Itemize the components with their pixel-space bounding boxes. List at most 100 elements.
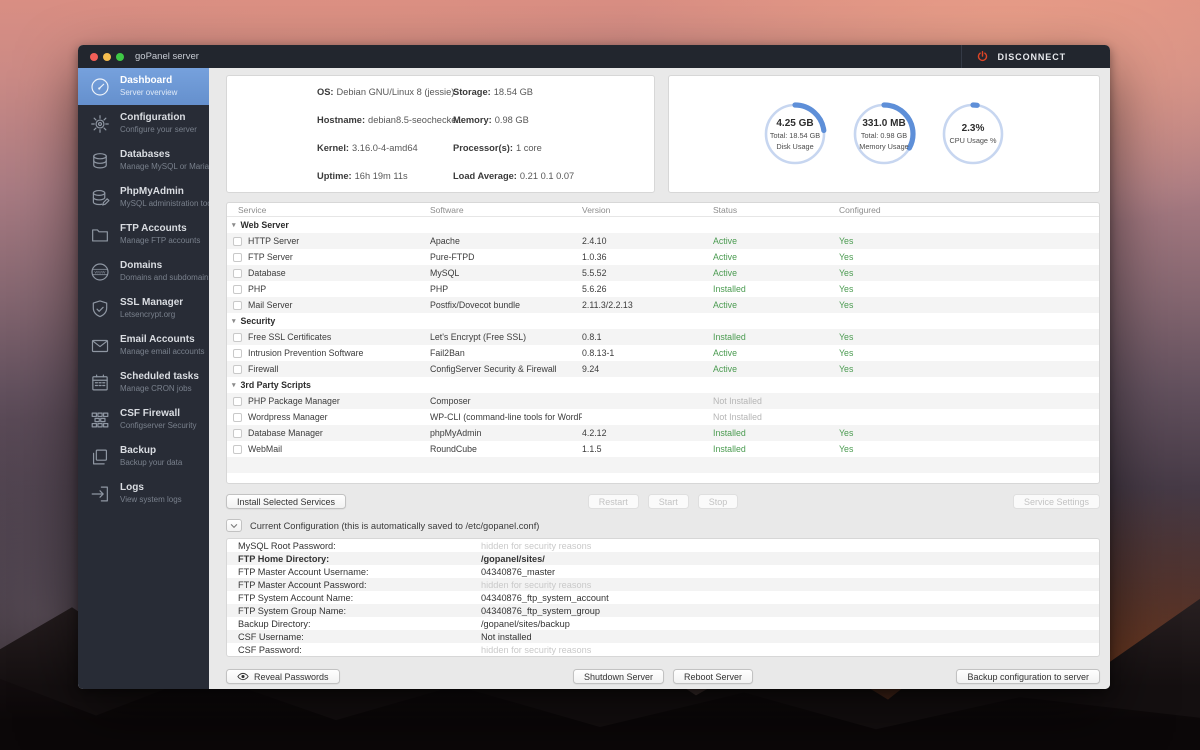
service-software: Composer — [430, 396, 582, 406]
service-settings-button[interactable]: Service Settings — [1013, 494, 1100, 509]
config-value: 04340876_ftp_system_account — [481, 593, 1099, 603]
service-row-php-package-manager[interactable]: PHP Package Manager Composer Not Install… — [227, 393, 1099, 409]
service-checkbox[interactable] — [233, 253, 242, 262]
start-button[interactable]: Start — [648, 494, 689, 509]
sidebar-item-configuration[interactable]: Configuration Configure your server — [78, 105, 209, 142]
reboot-server-button[interactable]: Reboot Server — [673, 669, 753, 684]
gauge-label: Memory Usage — [859, 142, 908, 151]
table-filler-stripe — [227, 457, 1099, 473]
sidebar-item-csf-firewall[interactable]: CSF Firewall Configserver Security — [78, 401, 209, 438]
reveal-passwords-button[interactable]: Reveal Passwords — [226, 669, 340, 684]
service-row-database[interactable]: Database MySQL 5.5.52 Active Yes — [227, 265, 1099, 281]
minimize-button[interactable] — [103, 53, 111, 61]
disconnect-button[interactable]: DISCONNECT — [961, 45, 1110, 68]
service-checkbox[interactable] — [233, 429, 242, 438]
service-status: Installed — [713, 284, 839, 294]
service-checkbox[interactable] — [233, 285, 242, 294]
maximize-button[interactable] — [116, 53, 124, 61]
sidebar-item-title: Configuration — [120, 112, 197, 124]
service-status: Active — [713, 364, 839, 374]
service-group-web-server[interactable]: ▾Web Server — [227, 217, 1099, 233]
config-row-backup-directory[interactable]: Backup Directory: /gopanel/sites/backup — [227, 617, 1099, 630]
sidebar-item-title: Email Accounts — [120, 334, 205, 346]
restart-button[interactable]: Restart — [588, 494, 639, 509]
stop-button[interactable]: Stop — [698, 494, 739, 509]
config-row-ftp-master-account-password[interactable]: FTP Master Account Password: hidden for … — [227, 578, 1099, 591]
config-row-ftp-home-directory[interactable]: FTP Home Directory: /gopanel/sites/ — [227, 552, 1099, 565]
config-row-mysql-root-password[interactable]: MySQL Root Password: hidden for security… — [227, 539, 1099, 552]
sidebar-item-logs[interactable]: Logs View system logs — [78, 475, 209, 512]
collapse-triangle-icon[interactable]: ▾ — [232, 222, 236, 229]
titlebar: goPanel server DISCONNECT — [78, 45, 1110, 68]
close-button[interactable] — [90, 53, 98, 61]
collapse-triangle-icon[interactable]: ▾ — [232, 382, 236, 389]
sidebar-item-title: FTP Accounts — [120, 223, 200, 235]
service-checkbox[interactable] — [233, 445, 242, 454]
config-key: FTP Master Account Username: — [238, 567, 481, 577]
config-row-ftp-system-group-name[interactable]: FTP System Group Name: 04340876_ftp_syst… — [227, 604, 1099, 617]
config-row-csf-username[interactable]: CSF Username: Not installed — [227, 630, 1099, 643]
sidebar-item-dashboard[interactable]: Dashboard Server overview — [78, 68, 209, 105]
sidebar-item-ssl-manager[interactable]: SSL Manager Letsencrypt.org — [78, 290, 209, 327]
service-row-php[interactable]: PHP PHP 5.6.26 Installed Yes — [227, 281, 1099, 297]
sidebar-item-scheduled-tasks[interactable]: Scheduled tasks Manage CRON jobs — [78, 364, 209, 401]
service-name: Database — [248, 268, 286, 278]
sidebar-item-subtitle: Domains and subdomains — [120, 273, 209, 283]
service-row-intrusion-prevention-software[interactable]: Intrusion Prevention Software Fail2Ban 0… — [227, 345, 1099, 361]
service-version: 2.4.10 — [582, 236, 713, 246]
sidebar-item-phpmyadmin[interactable]: PhpMyAdmin MySQL administration tool — [78, 179, 209, 216]
sidebar-item-ftp-accounts[interactable]: FTP Accounts Manage FTP accounts — [78, 216, 209, 253]
service-status: Not Installed — [713, 412, 839, 422]
sidebar-item-subtitle: MySQL administration tool — [120, 199, 209, 209]
sidebar-item-databases[interactable]: Databases Manage MySQL or MariaDB — [78, 142, 209, 179]
service-checkbox[interactable] — [233, 397, 242, 406]
info-row-storage: Storage:18.54 GB — [453, 87, 574, 98]
service-configured: Yes — [839, 364, 1099, 374]
sidebar-item-subtitle: Server overview — [120, 88, 177, 98]
service-row-firewall[interactable]: Firewall ConfigServer Security & Firewal… — [227, 361, 1099, 377]
service-row-mail-server[interactable]: Mail Server Postfix/Dovecot bundle 2.11.… — [227, 297, 1099, 313]
shutdown-server-button[interactable]: Shutdown Server — [573, 669, 664, 684]
sidebar-item-subtitle: Manage email accounts — [120, 347, 205, 357]
service-row-ftp-server[interactable]: FTP Server Pure-FTPD 1.0.36 Active Yes — [227, 249, 1099, 265]
service-configured: Yes — [839, 332, 1099, 342]
sidebar-item-subtitle: Manage MySQL or MariaDB — [120, 162, 209, 172]
globe-icon: WWW — [89, 261, 111, 283]
info-row-uptime: Uptime:16h 19m 11s — [317, 171, 453, 182]
config-row-csf-password[interactable]: CSF Password: hidden for security reason… — [227, 643, 1099, 656]
sidebar-item-email-accounts[interactable]: Email Accounts Manage email accounts — [78, 327, 209, 364]
service-software: phpMyAdmin — [430, 428, 582, 438]
collapse-triangle-icon[interactable]: ▾ — [232, 318, 236, 325]
service-checkbox[interactable] — [233, 269, 242, 278]
service-checkbox[interactable] — [233, 349, 242, 358]
svg-text:WWW: WWW — [95, 270, 106, 274]
config-value: 04340876_ftp_system_group — [481, 606, 1099, 616]
usage-gauges-panel: 4.25 GB Total: 18.54 GB Disk Usage 331.0… — [668, 75, 1100, 193]
info-row-hostname: Hostname:debian8.5-seochecke... — [317, 115, 453, 126]
config-value: 04340876_master — [481, 567, 1099, 577]
sidebar-item-title: SSL Manager — [120, 297, 183, 309]
install-selected-services-button[interactable]: Install Selected Services — [226, 494, 346, 509]
service-row-webmail[interactable]: WebMail RoundCube 1.1.5 Installed Yes — [227, 441, 1099, 457]
disconnect-label: DISCONNECT — [997, 52, 1066, 62]
service-checkbox[interactable] — [233, 365, 242, 374]
service-status: Installed — [713, 444, 839, 454]
service-name: FTP Server — [248, 252, 293, 262]
config-row-ftp-system-account-name[interactable]: FTP System Account Name: 04340876_ftp_sy… — [227, 591, 1099, 604]
service-row-wordpress-manager[interactable]: Wordpress Manager WP-CLI (command-line t… — [227, 409, 1099, 425]
service-row-http-server[interactable]: HTTP Server Apache 2.4.10 Active Yes — [227, 233, 1099, 249]
service-group-security[interactable]: ▾Security — [227, 313, 1099, 329]
service-checkbox[interactable] — [233, 333, 242, 342]
service-checkbox[interactable] — [233, 237, 242, 246]
service-row-free-ssl-certificates[interactable]: Free SSL Certificates Let's Encrypt (Fre… — [227, 329, 1099, 345]
service-checkbox[interactable] — [233, 413, 242, 422]
config-row-ftp-master-account-username[interactable]: FTP Master Account Username: 04340876_ma… — [227, 565, 1099, 578]
service-checkbox[interactable] — [233, 301, 242, 310]
backup-configuration-button[interactable]: Backup configuration to server — [956, 669, 1100, 684]
calendar-icon — [89, 372, 111, 394]
collapse-configuration-button[interactable] — [226, 519, 242, 532]
sidebar-item-domains[interactable]: WWW Domains Domains and subdomains — [78, 253, 209, 290]
service-row-database-manager[interactable]: Database Manager phpMyAdmin 4.2.12 Insta… — [227, 425, 1099, 441]
service-group-3rd-party-scripts[interactable]: ▾3rd Party Scripts — [227, 377, 1099, 393]
sidebar-item-backup[interactable]: Backup Backup your data — [78, 438, 209, 475]
